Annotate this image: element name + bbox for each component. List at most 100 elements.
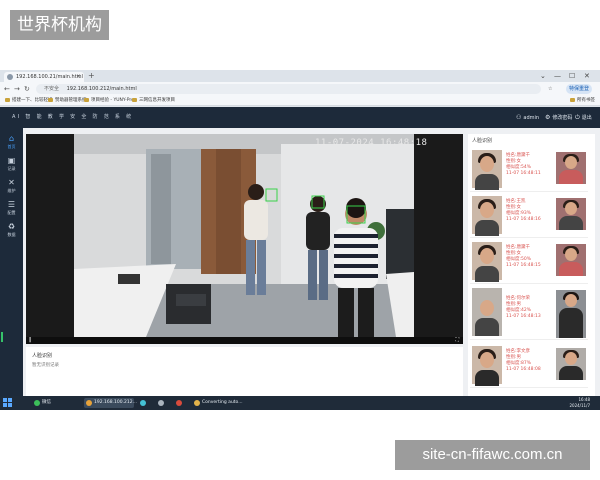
url-text: 192.168.100.212/main.html (66, 86, 137, 92)
registered-face-photo (472, 288, 502, 336)
person-icon: ⚇ (516, 114, 522, 121)
all-bookmarks[interactable]: 所有书签 (570, 97, 595, 105)
taskbar-icon[interactable] (156, 398, 170, 408)
main-content: 11-07-2024 16:48:18 ‖ ⛶ 人脸识别 暂无识别记录 人脸识别… (23, 128, 600, 396)
people-title: 人脸识别 (472, 138, 493, 144)
screenshot-stage: 192.168.100.21/main.html × + ⌄ — ☐ ✕ ← →… (0, 0, 600, 480)
camera-scene (26, 134, 463, 337)
app-icon (158, 400, 164, 406)
person-info: 姓名:唐黛千 性别:女 相似度:50% 11-07 16:48:15 (506, 245, 556, 269)
sidebar-item-label: 维护 (7, 188, 16, 193)
tab-search-icon[interactable]: ⌄ (540, 71, 546, 81)
taskbar-icon[interactable] (138, 398, 152, 408)
sidebar-item-records[interactable]: ▣ 记录 (0, 156, 23, 178)
bookmark-item[interactable]: 三网信息开发项目 (132, 97, 175, 105)
person-time: 11-07 16:48:16 (506, 217, 541, 222)
person-info: 姓名:李文彦 性别:男 相似度:87% 11-07 16:48:08 (506, 349, 556, 373)
person-info: 姓名:唐黛千 性别:女 相似度:54% 11-07 16:48:11 (506, 153, 556, 177)
bookmark-item[interactable]: 赞助器管理系统 (48, 97, 87, 105)
new-tab-button[interactable]: + (88, 71, 95, 81)
camera-video-feed[interactable]: 11-07-2024 16:48:18 (26, 134, 463, 337)
back-icon[interactable]: ← (4, 84, 10, 94)
bookmark-item[interactable]: 搭建一下、比较轻娱 (5, 97, 53, 105)
taskbar-app-wechat[interactable]: 微信 (32, 398, 62, 408)
video-timestamp: 11-07-2024 16:48:18 (315, 138, 428, 148)
wechat-icon (34, 400, 40, 406)
captured-face-photo (556, 198, 586, 230)
person-card[interactable]: 姓名:唐黛千 性别:女 相似度:50% 11-07 16:48:15 (470, 240, 588, 284)
security-label[interactable]: 不安全 (44, 86, 59, 92)
browser-tab[interactable]: 192.168.100.21/main.html × (4, 72, 84, 82)
app-title: AI 智 能 教 学 安 全 防 范 系 统 (12, 114, 134, 120)
video-controls: ‖ ⛶ (26, 337, 463, 344)
close-tab-icon[interactable]: × (76, 72, 81, 82)
folder-icon (132, 97, 137, 102)
registered-face-photo (472, 346, 502, 386)
person-card[interactable]: 姓名:何尔荣 性别:男 相似度:42% 11-07 16:48:13 (470, 286, 588, 340)
relogin-button[interactable]: 特保重登 (566, 84, 592, 94)
fullscreen-icon[interactable]: ⛶ (455, 337, 459, 344)
person-info: 姓名:王凯 性别:女 相似度:93% 11-07 16:48:16 (506, 199, 556, 223)
watermark-bottom: site-cn-fifawc.com.cn (395, 440, 590, 470)
browser-icon (86, 400, 92, 406)
system-clock[interactable]: 16:48 2024/11/7 (569, 397, 590, 409)
power-icon: ⏻ (575, 114, 580, 121)
person-card[interactable]: 姓名:王凯 性别:女 相似度:93% 11-07 16:48:16 (470, 194, 588, 238)
logout-link[interactable]: ⏻ 退出 (575, 107, 592, 129)
registered-face-photo (472, 196, 502, 236)
person-time: 11-07 16:48:15 (506, 263, 541, 268)
app-header: AI 智 能 教 学 安 全 防 范 系 统 ⚇ admin ⚙ 修改密码 ⏻ 退出 (0, 107, 600, 128)
close-window-icon[interactable]: ✕ (584, 71, 590, 81)
recognized-people-panel: 人脸识别 姓名:唐黛千 性别:女 相似度:54% 11-07 16:48:11 … (468, 134, 595, 396)
bookmark-star-icon[interactable]: ☆ (548, 84, 552, 94)
change-password-link[interactable]: ⚙ 修改密码 (545, 107, 572, 129)
person-time: 11-07 16:48:11 (506, 171, 541, 176)
captured-face-photo (556, 244, 586, 276)
reload-icon[interactable]: ↻ (24, 84, 30, 94)
person-info: 姓名:何尔荣 性别:男 相似度:42% 11-07 16:48:13 (506, 296, 556, 320)
sidebar-item-config[interactable]: ☰ 配置 (0, 200, 23, 222)
recycle-icon: ♻ (7, 222, 16, 231)
sidebar-item-label: 记录 (7, 166, 16, 171)
registered-face-photo (472, 242, 502, 282)
os-taskbar: 微信 192.168.100.212... Converting auto...… (0, 396, 600, 410)
person-card[interactable]: 姓名:李文彦 性别:男 相似度:87% 11-07 16:48:08 (470, 344, 588, 388)
sidebar-item-home[interactable]: ⌂ 首页 (0, 134, 23, 156)
registered-face-photo (472, 150, 502, 190)
taskbar-app-converter[interactable]: Converting auto... (192, 398, 243, 408)
browser-tab-title: 192.168.100.21/main.html (16, 74, 83, 80)
browser-address-bar: ← → ↻ 不安全 192.168.100.212/main.html ☆ 特保… (0, 82, 600, 96)
clock-date: 2024/11/7 (569, 403, 590, 408)
taskbar-app-browser[interactable]: 192.168.100.212... (84, 398, 137, 408)
sidebar-item-label: 数据 (7, 232, 16, 237)
sidebar-status-indicator (1, 332, 3, 342)
bookmark-item[interactable]: 项目经验 - YUNY-Pro (84, 97, 134, 105)
person-card[interactable]: 姓名:唐黛千 性别:女 相似度:54% 11-07 16:48:11 (470, 148, 588, 192)
windows-start-icon[interactable] (3, 398, 13, 408)
sidebar-item-label: 配置 (7, 210, 16, 215)
folder-icon (570, 97, 575, 102)
sliders-icon: ☰ (7, 200, 16, 209)
pause-icon[interactable]: ‖ (29, 337, 32, 344)
captured-face-photo (556, 348, 586, 380)
globe-icon (7, 74, 13, 80)
face-records-panel: 人脸识别 暂无识别记录 (26, 347, 463, 396)
maximize-icon[interactable]: ☐ (569, 71, 575, 81)
sidebar: ⌂ 首页 ▣ 记录 ✕ 维护 ☰ 配置 ♻ 数据 (0, 128, 23, 396)
sidebar-item-data[interactable]: ♻ 数据 (0, 222, 23, 244)
captured-face-photo (556, 152, 586, 184)
captured-face-photo (556, 290, 586, 338)
desktop-screen: 192.168.100.21/main.html × + ⌄ — ☐ ✕ ← →… (0, 70, 600, 410)
forward-icon[interactable]: → (14, 84, 20, 94)
taskbar-icon[interactable] (174, 398, 188, 408)
folder-icon (5, 97, 10, 102)
minimize-icon[interactable]: — (554, 71, 561, 81)
person-time: 11-07 16:48:08 (506, 367, 541, 372)
wrench-icon: ✕ (8, 178, 15, 187)
user-menu[interactable]: ⚇ admin (516, 107, 539, 129)
bookmarks-bar: 搭建一下、比较轻娱 赞助器管理系统 项目经验 - YUNY-Pro 三网信息开发… (0, 96, 600, 106)
url-input[interactable]: 不安全 192.168.100.212/main.html (36, 84, 541, 94)
records-empty-text: 暂无识别记录 (32, 363, 59, 368)
folder-icon (84, 97, 89, 102)
sidebar-item-maintenance[interactable]: ✕ 维护 (0, 178, 23, 200)
